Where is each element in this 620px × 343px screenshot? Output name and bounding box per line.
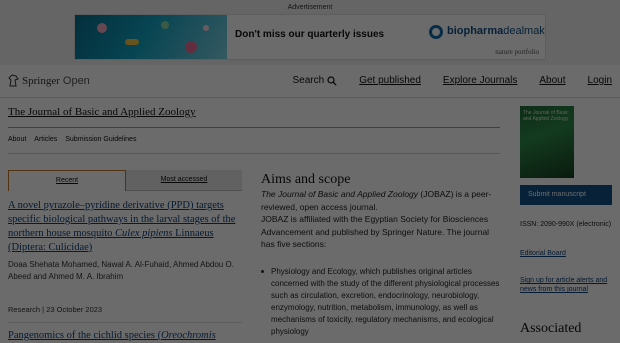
nav-get-published[interactable]: Get published — [359, 75, 421, 86]
divider — [8, 127, 500, 128]
article-meta: Research | 23 October 2023 — [8, 305, 103, 314]
ad-label: Advertisement — [287, 4, 333, 11]
article-title-link[interactable]: A novel pyrazole–pyridine derivative (PP… — [8, 199, 244, 255]
aims-paragraph: The Journal of Basic and Applied Zoology… — [261, 189, 492, 250]
nav-login[interactable]: Login — [588, 75, 612, 86]
subnav-about[interactable]: About — [8, 136, 26, 143]
cover-title: The Journal of Basic and Applied Zoology — [523, 110, 569, 122]
aims-heading: Aims and scope — [261, 172, 351, 187]
search-icon — [327, 75, 337, 86]
ad-brand: biopharmadealmakers — [447, 25, 545, 37]
nav-about[interactable]: About — [539, 75, 565, 86]
divider — [8, 153, 500, 154]
aims-list: Physiology and Ecology, which publishes … — [261, 266, 505, 338]
ad-artwork — [75, 15, 227, 59]
ad-publisher: nature portfolio — [495, 48, 539, 56]
list-item-text: Physiology and Ecology, which publishes … — [271, 267, 500, 336]
journal-subnav: About Articles Submission Guidelines — [8, 136, 136, 143]
tab-most-accessed[interactable]: Most accessed — [126, 170, 242, 191]
logo-text-open: Open — [62, 74, 90, 87]
main-content: The Journal of Basic and Applied Zoology… — [0, 98, 620, 343]
article-authors: Doaa Shehata Mohamed, Nawal A. Al-Fuhaid… — [8, 260, 234, 281]
journal-title[interactable]: The Journal of Basic and Applied Zoology — [8, 106, 196, 118]
bullet-icon — [261, 270, 264, 273]
search-label: Search — [292, 75, 325, 86]
advertisement-bar: Advertisement Don't miss our quarterly i… — [0, 0, 620, 65]
nav-explore-journals[interactable]: Explore Journals — [443, 75, 517, 86]
ad-headline: Don't miss our quarterly issues — [235, 29, 385, 40]
ad-banner[interactable]: Don't miss our quarterly issues biopharm… — [74, 14, 546, 60]
site-header: Springer Open Search Get published Explo… — [0, 65, 620, 98]
associated-heading: Associated — [520, 321, 582, 336]
main-nav: Search Get published Explore Journals Ab… — [293, 75, 613, 86]
tab-recent[interactable]: Recent — [8, 170, 126, 191]
submit-manuscript-button[interactable]: Submit manuscript — [520, 185, 612, 205]
search-button[interactable]: Search — [293, 75, 338, 86]
editorial-board-link[interactable]: Editorial Board — [520, 250, 566, 257]
subnav-submission-guidelines[interactable]: Submission Guidelines — [65, 136, 136, 143]
article-alerts-link[interactable]: Sign up for article alerts and news from… — [520, 276, 615, 294]
article-tabs: Recent Most accessed — [8, 170, 242, 191]
springer-horse-icon — [8, 74, 19, 87]
springer-open-logo[interactable]: Springer Open — [8, 74, 90, 87]
biopharma-logo-icon — [429, 25, 443, 39]
journal-cover[interactable]: The Journal of Basic and Applied Zoology — [520, 106, 574, 178]
list-item: Physiology and Ecology, which publishes … — [261, 266, 505, 338]
logo-text-springer: Springer — [22, 74, 60, 87]
divider — [8, 322, 242, 323]
subnav-articles[interactable]: Articles — [34, 136, 57, 143]
article-title-link-2[interactable]: Pangenomics of the cichlid species (Oreo… — [8, 330, 248, 341]
issn: ISSN: 2090-990X (electronic) — [520, 221, 612, 228]
